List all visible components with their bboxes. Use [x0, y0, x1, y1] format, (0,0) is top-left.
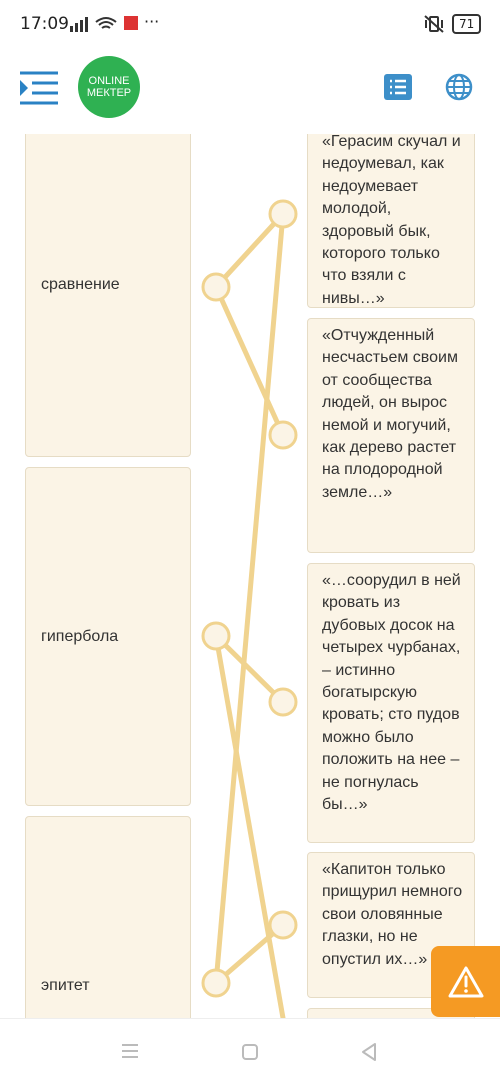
globe-icon[interactable]: [444, 72, 474, 102]
app-header: ONLINE МЕКТЕР: [0, 50, 500, 134]
more-status-icon: ···: [144, 12, 160, 31]
logo-line2: МЕКТЕР: [86, 87, 132, 99]
connector-dot: [201, 621, 231, 651]
mute-vibrate-icon: [424, 15, 444, 33]
navigation-bar: [0, 1018, 500, 1084]
connector-dot: [268, 910, 298, 940]
connection-lines: [201, 199, 298, 1018]
logo[interactable]: ONLINE МЕКТЕР: [78, 56, 140, 118]
connector-dot: [268, 687, 298, 717]
menu-icon[interactable]: [20, 70, 58, 106]
home-icon[interactable]: [241, 1043, 259, 1061]
logo-line1: ONLINE: [88, 75, 130, 87]
connector-dot: [201, 272, 231, 302]
matching-exercise: сравнение гипербола эпитет «Герасим скуч…: [0, 134, 500, 1018]
back-icon[interactable]: [360, 1042, 378, 1062]
warning-icon: [448, 966, 483, 997]
connector-dot: [268, 199, 298, 229]
signal-icon: [70, 16, 138, 32]
report-button[interactable]: [431, 946, 500, 1017]
connector-dot: [201, 968, 231, 998]
battery-icon: 71: [452, 14, 482, 34]
clock: 17:09: [20, 14, 69, 34]
list-icon[interactable]: [384, 74, 412, 100]
connector-dot: [268, 420, 298, 450]
recent-apps-icon[interactable]: [120, 1043, 140, 1059]
status-bar: 17:09 ··· 71: [0, 0, 500, 50]
